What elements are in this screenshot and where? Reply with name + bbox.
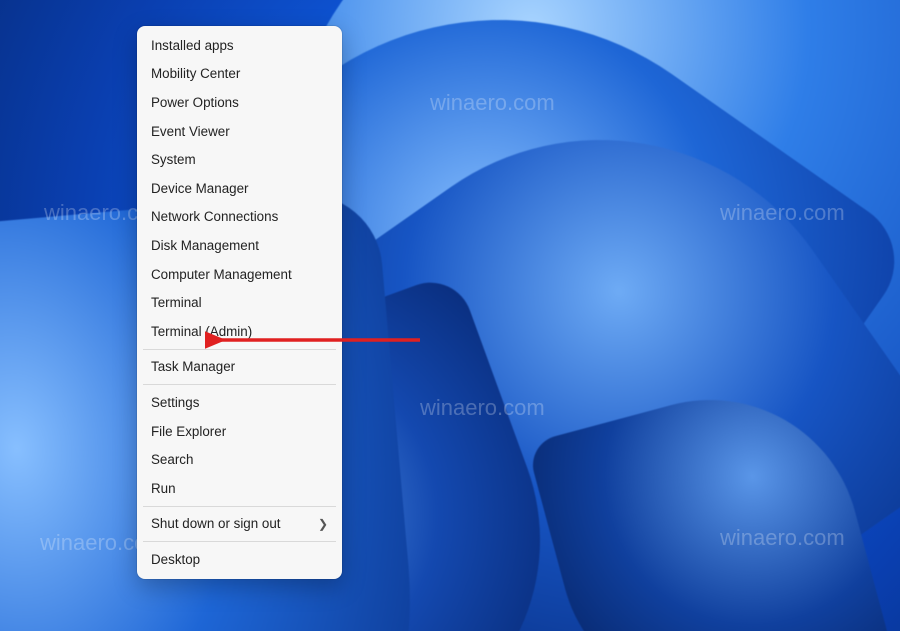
menu-item-label: Desktop (151, 552, 200, 567)
menu-separator (143, 541, 336, 542)
menu-item-label: Power Options (151, 95, 239, 110)
menu-item-computer-management[interactable]: Computer Management (139, 260, 340, 289)
menu-item-label: Terminal (Admin) (151, 324, 252, 339)
menu-item-power-options[interactable]: Power Options (139, 88, 340, 117)
menu-item-settings[interactable]: Settings (139, 388, 340, 417)
menu-item-label: Event Viewer (151, 124, 230, 139)
menu-item-label: Shut down or sign out (151, 516, 281, 531)
menu-item-terminal-admin[interactable]: Terminal (Admin) (139, 317, 340, 346)
menu-item-search[interactable]: Search (139, 445, 340, 474)
menu-item-file-explorer[interactable]: File Explorer (139, 417, 340, 446)
menu-item-label: Disk Management (151, 238, 259, 253)
menu-item-run[interactable]: Run (139, 474, 340, 503)
menu-item-label: Settings (151, 395, 199, 410)
menu-item-label: Computer Management (151, 267, 292, 282)
menu-item-label: Run (151, 481, 176, 496)
menu-item-task-manager[interactable]: Task Manager (139, 353, 340, 382)
menu-item-mobility-center[interactable]: Mobility Center (139, 60, 340, 89)
menu-item-event-viewer[interactable]: Event Viewer (139, 117, 340, 146)
desktop-wallpaper (0, 0, 900, 631)
menu-item-system[interactable]: System (139, 145, 340, 174)
menu-item-terminal[interactable]: Terminal (139, 288, 340, 317)
menu-item-label: Search (151, 452, 193, 467)
menu-item-shut-down-or-sign-out[interactable]: Shut down or sign out ❯ (139, 510, 340, 539)
menu-item-installed-apps[interactable]: Installed apps (139, 31, 340, 60)
menu-separator (143, 349, 336, 350)
menu-separator (143, 384, 336, 385)
menu-item-label: Terminal (151, 295, 202, 310)
chevron-right-icon: ❯ (318, 517, 328, 531)
menu-item-device-manager[interactable]: Device Manager (139, 174, 340, 203)
menu-item-label: System (151, 152, 196, 167)
menu-item-label: Device Manager (151, 181, 249, 196)
menu-item-label: Installed apps (151, 38, 234, 53)
menu-separator (143, 506, 336, 507)
menu-item-label: Mobility Center (151, 66, 240, 81)
winx-context-menu: Installed apps Mobility Center Power Opt… (137, 26, 342, 579)
menu-item-label: Network Connections (151, 209, 278, 224)
menu-item-label: Task Manager (151, 359, 235, 374)
menu-item-network-connections[interactable]: Network Connections (139, 203, 340, 232)
menu-item-desktop[interactable]: Desktop (139, 545, 340, 574)
menu-item-label: File Explorer (151, 424, 226, 439)
menu-item-disk-management[interactable]: Disk Management (139, 231, 340, 260)
